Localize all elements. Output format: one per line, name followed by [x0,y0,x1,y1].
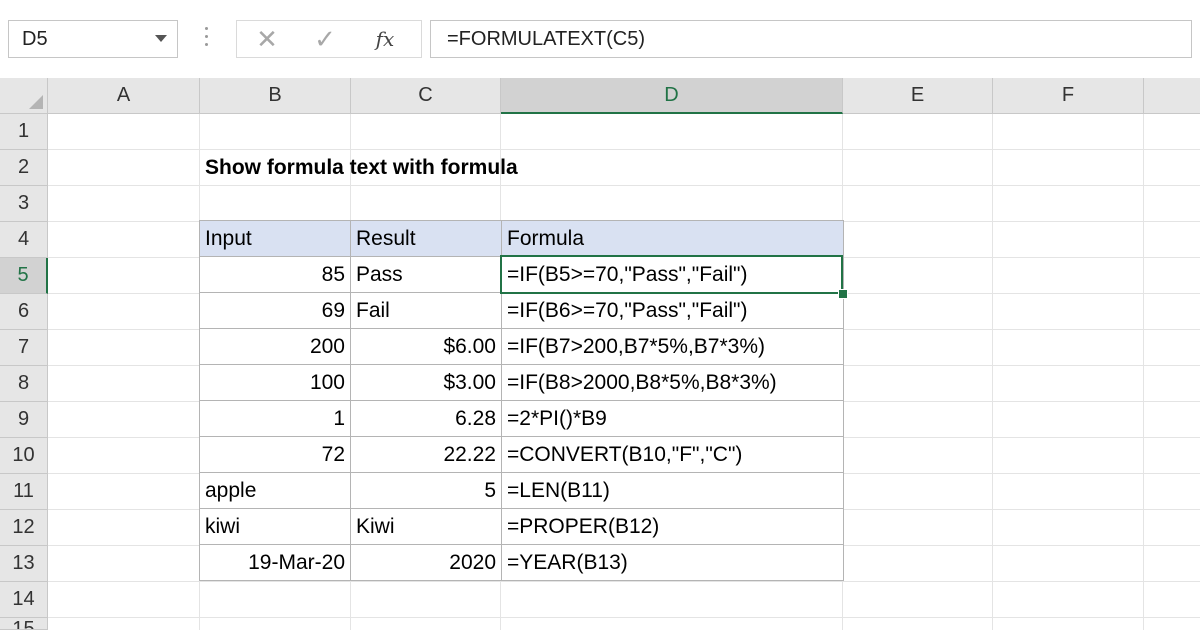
row-header-14[interactable]: 14 [0,582,48,618]
table-row: 19-Mar-20 2020 =YEAR(B13) [199,544,844,581]
sheet-title[interactable]: Show formula text with formula [205,156,518,180]
input-cell[interactable]: apple [199,472,351,509]
data-table: Input Result Formula 85 Pass =IF(B5>=70,… [199,220,844,581]
formula-buttons: ✕ ✓ fx [236,20,422,58]
formula-cell[interactable]: =IF(B8>2000,B8*5%,B8*3%) [501,364,844,401]
input-cell[interactable]: 85 [199,256,351,293]
gridline [992,114,993,630]
formula-text: =FORMULATEXT(C5) [447,28,645,50]
input-cell[interactable]: 100 [199,364,351,401]
table-row: 100 $3.00 =IF(B8>2000,B8*5%,B8*3%) [199,364,844,401]
input-cell[interactable]: 200 [199,328,351,365]
formula-cell[interactable]: =LEN(B11) [501,472,844,509]
table-header-row: Input Result Formula [199,220,844,257]
row-header-10[interactable]: 10 [0,438,48,474]
result-cell[interactable]: $3.00 [350,364,502,401]
row-header-4[interactable]: 4 [0,222,48,258]
row-header-7[interactable]: 7 [0,330,48,366]
header-input[interactable]: Input [199,220,351,257]
column-header-d[interactable]: D [501,78,843,114]
row-header-2[interactable]: 2 [0,150,48,186]
formula-cell[interactable]: =IF(B7>200,B7*5%,B7*3%) [501,328,844,365]
row-header-9[interactable]: 9 [0,402,48,438]
drag-handle-icon[interactable] [205,27,209,49]
column-header-f[interactable]: F [993,78,1144,114]
row-header-5[interactable]: 5 [0,258,48,294]
cancel-icon[interactable]: ✕ [247,21,287,57]
table-row: 1 6.28 =2*PI()*B9 [199,400,844,437]
row-header-1[interactable]: 1 [0,114,48,150]
input-cell[interactable]: kiwi [199,508,351,545]
chevron-down-icon[interactable] [155,35,167,42]
table-row: 85 Pass =IF(B5>=70,"Pass","Fail") [199,256,844,293]
column-header-c[interactable]: C [351,78,501,114]
result-cell[interactable]: 6.28 [350,400,502,437]
formula-input[interactable]: =FORMULATEXT(C5) [430,20,1192,58]
gridline [48,149,1200,150]
input-cell[interactable]: 19-Mar-20 [199,544,351,581]
result-cell[interactable]: 5 [350,472,502,509]
table-row: 200 $6.00 =IF(B7>200,B7*5%,B7*3%) [199,328,844,365]
header-formula[interactable]: Formula [501,220,844,257]
fill-handle[interactable] [838,289,848,299]
row-header-11[interactable]: 11 [0,474,48,510]
name-box[interactable]: D5 [8,20,178,58]
row-header-8[interactable]: 8 [0,366,48,402]
enter-icon[interactable]: ✓ [305,21,345,57]
input-cell[interactable]: 1 [199,400,351,437]
gridline [48,617,1200,618]
gridline [1143,114,1144,630]
column-header-g[interactable] [1144,78,1200,114]
input-cell[interactable]: 69 [199,292,351,329]
formula-cell[interactable]: =YEAR(B13) [501,544,844,581]
formula-cell[interactable]: =IF(B6>=70,"Pass","Fail") [501,292,844,329]
insert-function-icon[interactable]: fx [365,21,405,57]
result-cell[interactable]: Kiwi [350,508,502,545]
table-row: apple 5 =LEN(B11) [199,472,844,509]
formula-bar-area: D5 ✕ ✓ fx =FORMULATEXT(C5) [0,0,1200,78]
row-header-3[interactable]: 3 [0,186,48,222]
input-cell[interactable]: 72 [199,436,351,473]
formula-cell[interactable]: =CONVERT(B10,"F","C") [501,436,844,473]
formula-cell[interactable]: =2*PI()*B9 [501,400,844,437]
row-header-6[interactable]: 6 [0,294,48,330]
formula-cell[interactable]: =PROPER(B12) [501,508,844,545]
table-row: 72 22.22 =CONVERT(B10,"F","C") [199,436,844,473]
select-all-button[interactable] [0,78,48,114]
result-cell[interactable]: Pass [350,256,502,293]
table-row: kiwi Kiwi =PROPER(B12) [199,508,844,545]
header-result[interactable]: Result [350,220,502,257]
result-cell[interactable]: Fail [350,292,502,329]
result-cell[interactable]: 22.22 [350,436,502,473]
name-box-value: D5 [22,28,48,50]
row-header-12[interactable]: 12 [0,510,48,546]
formula-cell[interactable]: =IF(B5>=70,"Pass","Fail") [501,256,844,293]
gridline [48,581,1200,582]
column-header-e[interactable]: E [843,78,993,114]
result-cell[interactable]: $6.00 [350,328,502,365]
row-header-15[interactable]: 15 [0,618,48,630]
select-all-icon [29,95,43,109]
worksheet-grid[interactable]: A B C D E F 1 2 3 4 5 6 7 8 9 10 11 12 1… [0,78,1200,630]
row-header-13[interactable]: 13 [0,546,48,582]
column-header-a[interactable]: A [48,78,200,114]
gridline [48,185,1200,186]
column-header-b[interactable]: B [200,78,351,114]
table-row: 69 Fail =IF(B6>=70,"Pass","Fail") [199,292,844,329]
result-cell[interactable]: 2020 [350,544,502,581]
